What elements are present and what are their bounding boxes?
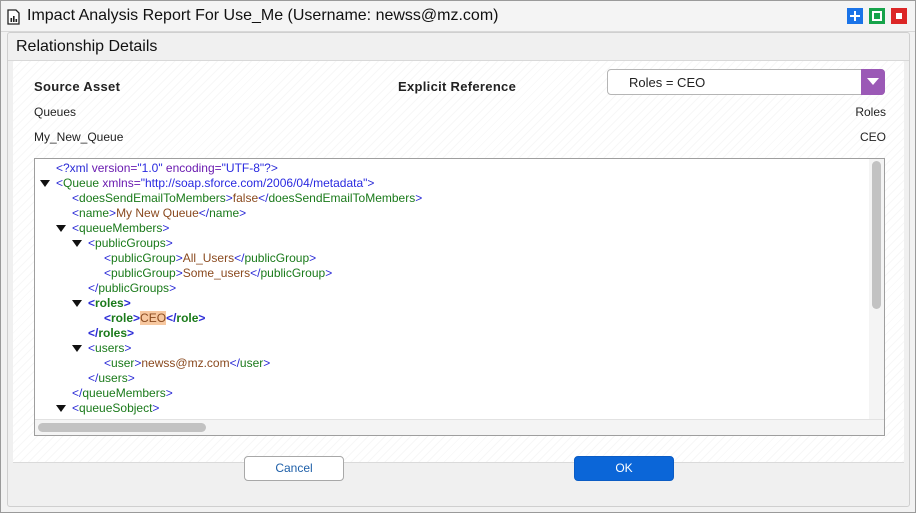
highlighted-role-value: CEO	[140, 311, 167, 325]
source-asset-header: Source Asset	[34, 79, 121, 94]
title-bar: Impact Analysis Report For Use_Me (Usern…	[1, 1, 915, 32]
collapse-triangle-icon[interactable]	[40, 180, 50, 188]
reference-select-value: Roles = CEO	[629, 75, 706, 90]
collapse-triangle-icon[interactable]	[72, 240, 82, 248]
xml-declaration: <?xml version="1.0" encoding="UTF-8"?>	[56, 161, 278, 175]
source-name: My_New_Queue	[34, 130, 124, 144]
target-type: Roles	[855, 105, 886, 119]
collapse-triangle-icon[interactable]	[56, 225, 66, 233]
horizontal-scroll-thumb[interactable]	[38, 423, 206, 432]
plus-icon	[850, 11, 860, 21]
horizontal-scrollbar[interactable]	[35, 419, 884, 435]
xml-content: <?xml version="1.0" encoding="UTF-8"?> <…	[35, 159, 869, 419]
xml-user: <user>newss@mz.com</user>	[104, 356, 271, 370]
xml-queue-members-open: <queueMembers>	[72, 221, 170, 235]
source-type: Queues	[34, 105, 77, 119]
panel-title: Relationship Details	[16, 38, 158, 55]
cancel-button[interactable]: Cancel	[244, 456, 344, 481]
target-name: CEO	[859, 130, 886, 144]
close-button[interactable]	[891, 8, 907, 24]
details-content: Source Asset Explicit Reference Roles = …	[13, 61, 904, 463]
xml-public-groups-close: </publicGroups>	[88, 281, 177, 295]
xml-public-groups-open: <publicGroups>	[88, 236, 173, 250]
expand-button[interactable]	[847, 8, 863, 24]
ok-button[interactable]: OK	[574, 456, 674, 481]
xml-does-send-email: <doesSendEmailToMembers>false</doesSendE…	[72, 191, 423, 205]
explicit-reference-header: Explicit Reference	[398, 79, 517, 94]
chevron-down-icon	[867, 78, 879, 85]
relationship-details-panel: Relationship Details Source Asset Explic…	[7, 32, 910, 507]
reference-select[interactable]: Roles = CEO	[607, 69, 885, 95]
xml-queue-sobject-open: <queueSobject>	[72, 401, 160, 415]
maximize-button[interactable]	[869, 8, 885, 24]
collapse-triangle-icon[interactable]	[72, 300, 82, 308]
xml-queue-open: <Queue xmlns="http://soap.sforce.com/200…	[56, 176, 375, 190]
xml-users-close: </users>	[88, 371, 135, 385]
xml-users-open: <users>	[88, 341, 132, 355]
xml-public-group-2: <publicGroup>Some_users</publicGroup>	[104, 266, 333, 280]
impact-analysis-window: Impact Analysis Report For Use_Me (Usern…	[0, 0, 916, 513]
window-title: Impact Analysis Report For Use_Me (Usern…	[27, 7, 499, 24]
vertical-scroll-thumb[interactable]	[872, 161, 881, 309]
xml-public-group-1: <publicGroup>All_Users</publicGroup>	[104, 251, 317, 265]
xml-roles-close: </roles>	[88, 326, 135, 340]
square-icon	[872, 11, 882, 21]
stop-icon	[896, 13, 902, 19]
panel-header: Relationship Details	[8, 33, 909, 61]
xml-queue-members-close: </queueMembers>	[72, 386, 173, 400]
xml-viewer[interactable]: <?xml version="1.0" encoding="UTF-8"?> <…	[34, 158, 885, 436]
reference-select-toggle[interactable]	[861, 69, 885, 95]
xml-name: <name>My New Queue</name>	[72, 206, 247, 220]
collapse-triangle-icon[interactable]	[72, 345, 82, 353]
vertical-scrollbar[interactable]	[869, 159, 884, 419]
xml-roles-open: <roles>	[88, 296, 131, 310]
report-icon	[7, 9, 20, 25]
xml-role: <role>CEO</role>	[104, 311, 206, 325]
collapse-triangle-icon[interactable]	[56, 405, 66, 413]
